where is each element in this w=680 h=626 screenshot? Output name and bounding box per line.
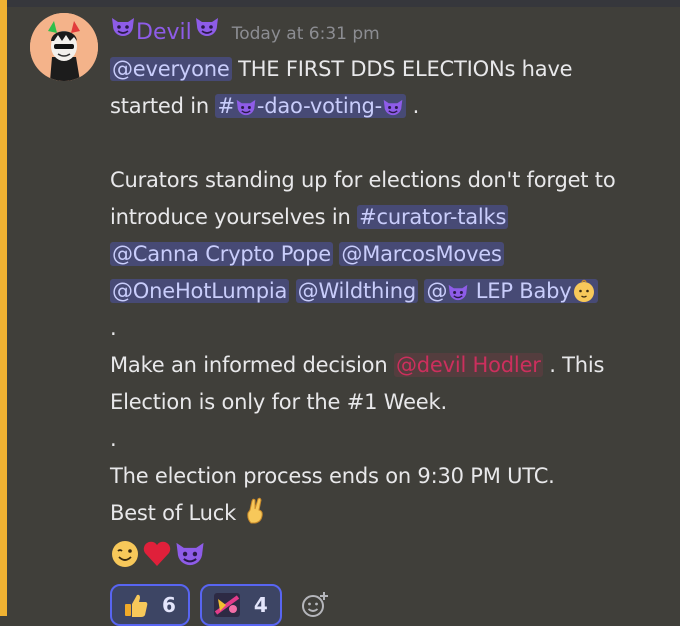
channel-name: -dao-voting- — [256, 94, 383, 118]
top-strip — [0, 0, 680, 7]
smiling-imp-icon — [447, 282, 469, 303]
message-line: Make an informed decision @devil Hodler … — [110, 347, 670, 384]
message-text: THE FIRST DDS ELECTIONs have — [238, 57, 573, 81]
message-body: @everyone THE FIRST DDS ELECTIONs have s… — [110, 51, 670, 532]
reaction-count: 6 — [162, 593, 176, 617]
message-line: @OneHotLumpia @Wildthing @ LEP Baby — [110, 273, 670, 310]
baby-icon — [572, 279, 596, 303]
red-heart-icon — [142, 540, 172, 568]
user-mention[interactable]: @Canna Crypto Pope — [110, 242, 333, 266]
message-content: Devil Today at 6:31 pm @everyone THE FIR… — [110, 15, 670, 626]
reaction-thumbs-up[interactable]: 6 — [110, 584, 190, 626]
message-line: Election is only for the #1 Week. — [110, 390, 447, 414]
smiling-imp-icon — [194, 15, 220, 39]
message-line: @everyone THE FIRST DDS ELECTIONs have — [110, 51, 670, 88]
mention-name: LEP Baby — [475, 279, 572, 303]
thumbs-up-icon — [122, 591, 150, 619]
custom-emoji-icon — [212, 591, 242, 619]
message-text: introduce yourselves in — [110, 205, 351, 229]
reaction-count: 4 — [253, 593, 268, 617]
user-mention[interactable]: @Wildthing — [295, 279, 418, 303]
user-mention-lep-baby[interactable]: @ LEP Baby — [424, 279, 598, 303]
smiling-imp-icon — [382, 97, 404, 118]
message-line: Curators standing up for elections don't… — [110, 168, 616, 192]
role-mention[interactable]: @devil Hodler — [393, 353, 543, 377]
reactions-bar: 6 4 — [110, 584, 670, 626]
message-line: . — [110, 316, 117, 340]
highlight-bar — [0, 0, 7, 616]
smiling-imp-icon — [235, 97, 257, 118]
avatar-image — [30, 13, 98, 81]
message-text: started in — [110, 94, 209, 118]
message-line: started in # -dao-voting- . — [110, 88, 670, 125]
reaction-custom[interactable]: 4 — [199, 584, 282, 626]
message: Devil Today at 6:31 pm @everyone THE FIR… — [7, 7, 680, 626]
emoji-row — [110, 534, 670, 574]
avatar[interactable] — [30, 13, 98, 81]
message-line: introduce yourselves in #curator-talks — [110, 199, 670, 236]
smiling-imp-icon — [174, 539, 206, 569]
message-header: Devil Today at 6:31 pm — [110, 15, 670, 51]
everyone-mention[interactable]: @everyone — [110, 57, 232, 81]
channel-link-curator-talks[interactable]: #curator-talks — [357, 205, 509, 229]
winking-face-icon — [110, 539, 140, 569]
author-name[interactable]: Devil — [136, 20, 192, 45]
channel-link-dao-voting[interactable]: # -dao-voting- — [215, 94, 407, 118]
add-reaction-icon[interactable] — [298, 588, 332, 622]
user-mention[interactable]: @MarcosMoves — [339, 242, 504, 266]
crossed-fingers-icon — [243, 497, 267, 525]
message-text: . — [412, 94, 420, 118]
message-line: . — [110, 427, 117, 451]
message-text: Best of Luck — [110, 501, 237, 525]
mention-at: @ — [426, 279, 448, 303]
message-line: Best of Luck — [110, 495, 670, 532]
message-line: @Canna Crypto Pope @MarcosMoves — [110, 236, 670, 273]
message-line: The election process ends on 9:30 PM UTC… — [110, 464, 555, 488]
channel-hash: # — [217, 94, 235, 118]
timestamp: Today at 6:31 pm — [231, 24, 380, 44]
message-text: Make an informed decision — [110, 353, 388, 377]
smiling-imp-icon — [110, 15, 136, 39]
message-text: . This — [549, 353, 605, 377]
user-mention[interactable]: @OneHotLumpia — [110, 279, 290, 303]
